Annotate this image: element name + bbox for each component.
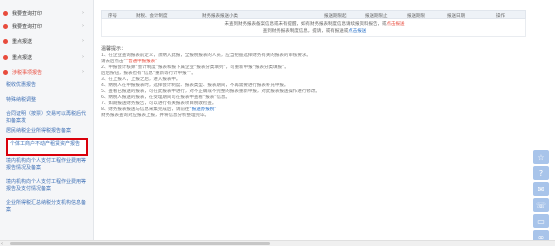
sub-item-real-estate-lease[interactable]: 个体工商户不动产租赁资产报告	[6, 138, 88, 156]
tip-link[interactable]: “普通申报报表”	[126, 59, 158, 64]
tip-text: 请去后点击“	[101, 59, 126, 64]
report-link[interactable]: 点击报送	[348, 29, 366, 34]
empty-message: 未查到财务报表备案信息或未有提醒，如有财务报表制度信息请续报资料报告，或点击报送	[102, 21, 527, 27]
scroll-thumb[interactable]	[10, 242, 270, 245]
tip-link[interactable]: “报送办报税”	[189, 107, 216, 112]
chevron-right-icon: ›	[82, 10, 84, 16]
horizontal-scrollbar[interactable]: ‹	[0, 240, 555, 246]
tips-section: 温馨提示： 1、在企业查询报表前定义，须纳入此报，全报税报表的人员，应当把握选择…	[101, 45, 431, 119]
sidebar-item-label: 我要查询打印	[12, 10, 43, 17]
sidebar-item-key-report-2[interactable]: 重点报送 ›	[0, 50, 94, 64]
main-content: 序号 财税、会计制度 财务报表报送小类 报送期限起 报送期限止 报送期限 报送日…	[97, 0, 529, 246]
sidebar-item-label: 重点报送	[12, 38, 33, 45]
chat-icon[interactable]: ✉	[533, 182, 549, 196]
message-icon[interactable]: ▭	[533, 214, 549, 228]
menu-dot-icon	[3, 10, 8, 16]
empty-message-text: 未查到财务报表备案信息或未有提醒，如有财务报表制度信息请续报资料报告，或	[224, 22, 387, 27]
sub-item-tax-preference[interactable]: 税收优惠报告	[6, 82, 88, 89]
report-link[interactable]: 点击报送	[387, 22, 405, 27]
tip-line: 财务报表查询对应报表上报，并将信息分析整理完毕。	[101, 113, 209, 118]
sidebar-item-tax-report[interactable]: 涉税事项报告 ›	[0, 65, 94, 79]
menu-dot-icon	[3, 38, 8, 44]
tips-title: 温馨提示：	[101, 46, 127, 52]
table-empty-row: 未查到财务报表备案信息或未有提醒，如有财务报表制度信息请续报资料报告，或点击报送…	[101, 19, 526, 37]
sidebar-item-query-print-2[interactable]: 我要查询打印 ›	[0, 19, 94, 33]
table-header: 序号 财税、会计制度 财务报表报送小类 报送期限起 报送期限止 报送期限 报送日…	[101, 10, 526, 19]
floating-toolbar: ☆ ? ✉ ☏ ▭ ∞	[533, 150, 551, 246]
phone-icon[interactable]: ☏	[533, 198, 549, 212]
sub-item-branch-filing[interactable]: 企业所得税汇总纳税分支机构信息备案	[6, 200, 88, 214]
sub-item-individual-payment[interactable]: 境内机构向个人支付工程作业费用等报告情况及备案	[6, 158, 88, 172]
scroll-left-icon[interactable]: ‹	[1, 241, 3, 246]
empty-message: 查到财务报表制度信息，提请，或有报送或点击报送	[102, 28, 527, 34]
sidebar-item-query-print[interactable]: 我要查询打印 ›	[0, 6, 94, 20]
sub-item-special-adjust[interactable]: 特殊纳税调整	[6, 97, 88, 104]
sidebar-item-label: 重点报送	[12, 54, 33, 61]
menu-dot-icon	[3, 69, 8, 75]
menu-dot-icon	[3, 23, 8, 29]
sidebar-item-key-report[interactable]: 重点报送 ›	[0, 34, 94, 48]
star-icon[interactable]: ☆	[533, 150, 549, 164]
chevron-down-icon: ›	[82, 69, 84, 75]
left-sidebar: 我要查询打印 › 我要查询打印 › 重点报送 › 重点报送 › 涉税事项报告 ›…	[0, 0, 94, 246]
sub-item-individual-payment-2[interactable]: 境内机构向个人支付工程作业费用等报告及支付情况备案	[6, 179, 88, 193]
sub-item-resident-enterprise[interactable]: 居民纳税企业所得税报告备案	[6, 128, 88, 135]
chevron-right-icon: ›	[82, 23, 84, 29]
sub-item-contract-cert[interactable]: 合同证明（按票）交易可以再税后代扣备案发	[6, 111, 88, 125]
tip-text: 8、财务报表报送与信息采集完成后，请前往	[101, 107, 190, 112]
empty-message-text: 查到财务报表制度信息，提请，或有报送或	[262, 29, 349, 34]
help-icon[interactable]: ?	[533, 166, 549, 180]
menu-dot-icon	[3, 54, 8, 60]
sidebar-item-label: 涉税事项报告	[12, 69, 43, 76]
chevron-right-icon: ›	[82, 38, 84, 44]
sidebar-item-label: 我要查询打印	[12, 23, 43, 30]
chevron-right-icon: ›	[82, 54, 84, 60]
